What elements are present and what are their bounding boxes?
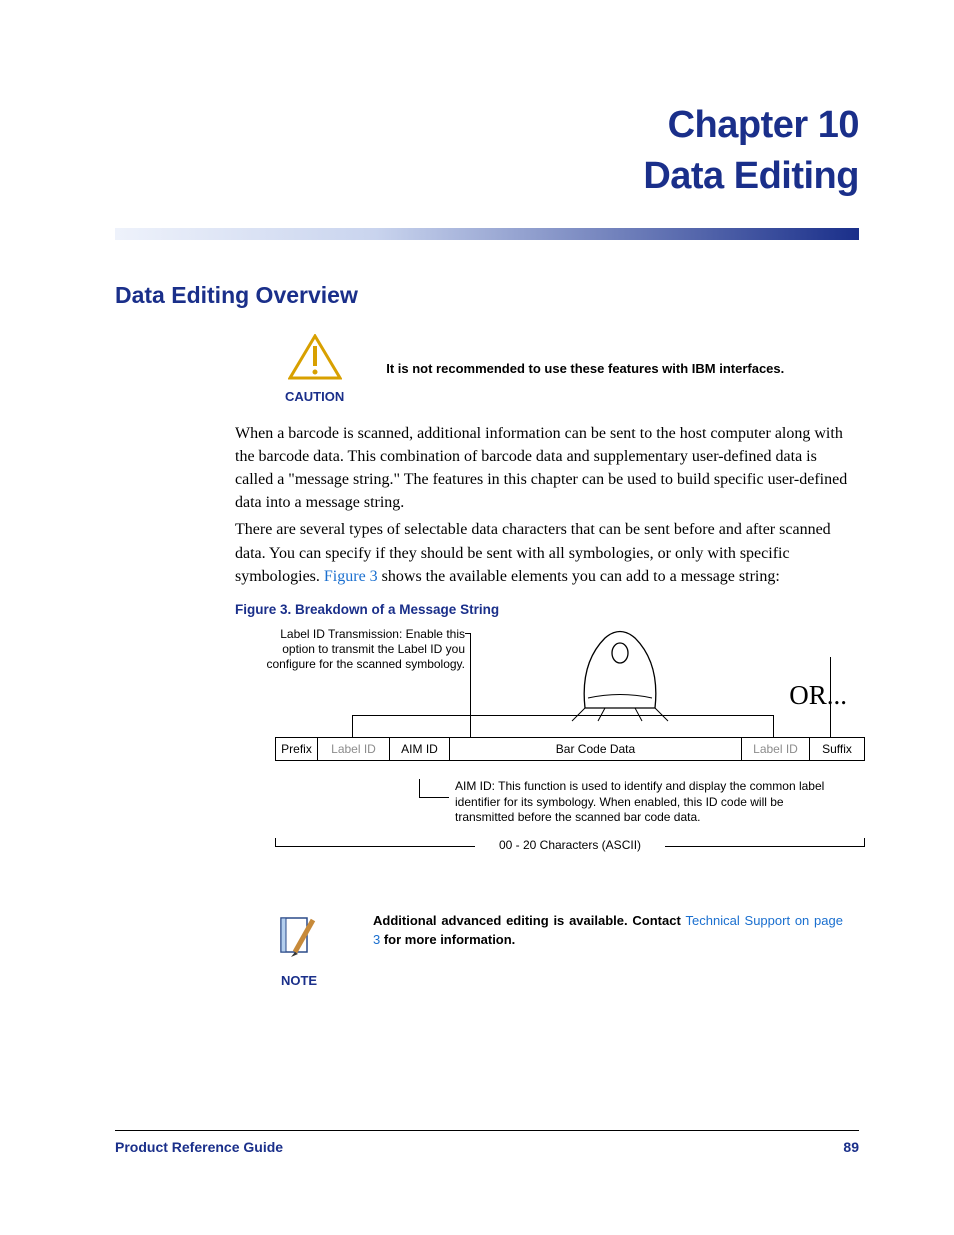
chars-callout: 00 - 20 Characters (ASCII) [275,838,865,852]
body-paragraph-2: There are several types of selectable da… [235,518,859,588]
caution-triangle-icon [288,334,342,380]
figure-caption: Figure 3. Breakdown of a Message String [235,602,859,617]
cell-aimid: AIM ID [390,738,450,760]
cell-labelid: Label ID [318,738,390,760]
cell-barcode: Bar Code Data [450,738,742,760]
page-footer: Product Reference Guide 89 [115,1130,859,1155]
scanner-icon [570,623,670,723]
aimid-callout: AIM ID: This function is used to identif… [455,779,825,826]
note-text-post: for more information. [380,932,515,947]
footer-page-number: 89 [843,1139,859,1155]
cell-suffix: Suffix [810,738,864,760]
labelid-callout: Label ID Transmission: Enable this optio… [265,627,465,672]
body-text-span: shows the available elements you can add… [378,568,780,585]
caution-label: CAUTION [285,389,344,404]
message-string-diagram: Label ID Transmission: Enable this optio… [275,627,865,852]
note-block: NOTE Additional advanced editing is avai… [275,912,859,988]
caution-block: CAUTION It is not recommended to use the… [285,334,859,404]
caution-text: It is not recommended to use these featu… [386,361,784,376]
figure-link[interactable]: Figure 3 [324,568,378,585]
cell-labelid2: Label ID [742,738,810,760]
cell-prefix: Prefix [276,738,318,760]
chapter-title: Data Editing [115,151,859,202]
chapter-number: Chapter 10 [115,100,859,151]
chapter-heading: Chapter 10 Data Editing [115,100,859,203]
note-label: NOTE [275,973,323,988]
footer-guide-title: Product Reference Guide [115,1139,283,1155]
heading-rule [115,228,859,240]
notepad-pencil-icon [275,912,323,960]
note-text: Additional advanced editing is available… [373,912,843,950]
note-text-pre: Additional advanced editing is available… [373,913,686,928]
section-heading: Data Editing Overview [115,282,859,309]
body-paragraph-1: When a barcode is scanned, additional in… [235,422,859,515]
message-string-row: Prefix Label ID AIM ID Bar Code Data Lab… [275,737,865,761]
or-label: OR... [789,680,847,711]
